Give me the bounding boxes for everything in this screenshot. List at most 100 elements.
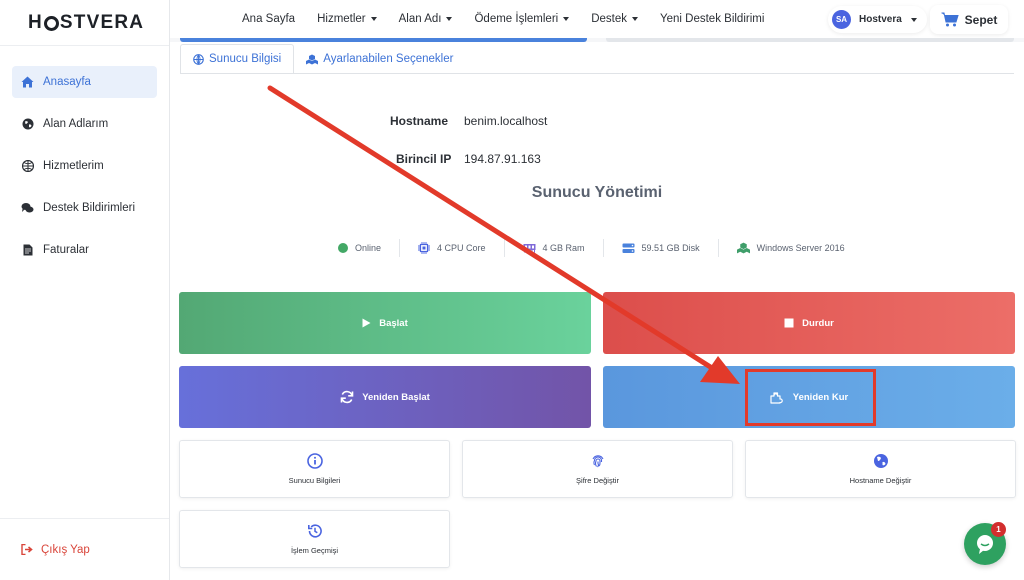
nav-label: Ana Sayfa xyxy=(242,13,296,25)
os-text: Windows Server 2016 xyxy=(756,243,845,253)
comments-icon xyxy=(21,202,34,215)
highlight-box xyxy=(745,369,876,426)
start-label: Başlat xyxy=(379,317,408,329)
caret-down-icon xyxy=(563,17,570,21)
hostname-label: Hostname xyxy=(390,114,449,128)
tab-divider xyxy=(180,73,1014,74)
status-dot-icon xyxy=(338,243,348,253)
stop-icon xyxy=(784,318,794,328)
avatar: SA xyxy=(832,10,851,29)
sign-out-icon xyxy=(21,544,33,555)
sidebar-item-anasayfa[interactable]: Anasayfa xyxy=(12,66,157,98)
sidebar-item-alan-adlarim[interactable]: Alan Adlarım xyxy=(12,108,157,140)
nav-hizmetler-dropdown[interactable]: Hizmetler xyxy=(317,13,377,25)
nav-odeme-islemleri-dropdown[interactable]: Ödeme İşlemleri xyxy=(474,13,570,25)
chat-notification-badge: 1 xyxy=(991,522,1006,537)
history-icon xyxy=(307,523,323,539)
logout-label: Çıkış Yap xyxy=(41,543,90,556)
sync-icon xyxy=(340,390,354,404)
stop-button[interactable]: Durdur xyxy=(603,292,1015,354)
fingerprint-icon xyxy=(590,453,606,469)
sidebar-item-destek-bildirimleri[interactable]: Destek Bildirimleri xyxy=(12,192,157,224)
disk-text: 59.51 GB Disk xyxy=(641,243,700,253)
change-password-card[interactable]: Şifre Değiştir xyxy=(462,440,733,498)
user-menu[interactable]: SA Hostvera xyxy=(828,6,927,33)
chat-bubble-icon xyxy=(974,533,996,555)
restart-label: Yeniden Başlat xyxy=(362,391,430,403)
sidebar-item-hizmetlerim[interactable]: Hizmetlerim xyxy=(12,150,157,182)
start-button[interactable]: Başlat xyxy=(179,292,591,354)
history-label: İşlem Geçmişi xyxy=(290,546,339,555)
nav-yeni-destek-bildirimi[interactable]: Yeni Destek Bildirimi xyxy=(660,13,764,25)
os-spec: Windows Server 2016 xyxy=(719,239,863,257)
tab-ayarlanabilen-secenekler[interactable]: Ayarlanabilen Seçenekler xyxy=(294,44,465,74)
sidebar-item-label: Alan Adlarım xyxy=(43,118,109,130)
caret-down-icon xyxy=(370,17,377,21)
play-icon xyxy=(362,318,371,328)
hdd-icon xyxy=(622,243,635,254)
nav-destek-dropdown[interactable]: Destek xyxy=(591,13,638,25)
stop-label: Durdur xyxy=(802,317,834,329)
change-hostname-label: Hostname Değiştir xyxy=(849,476,912,485)
cpu-spec: 4 CPU Core xyxy=(400,239,505,257)
caret-down-icon xyxy=(910,17,917,22)
user-name: Hostvera xyxy=(859,14,902,25)
caret-down-icon xyxy=(632,17,638,21)
sidebar-item-label: Anasayfa xyxy=(43,76,91,88)
tab-label: Sunucu Bilgisi xyxy=(209,53,282,65)
server-specs: Online 4 CPU Core 4 GB Ram 59.51 GB Disk… xyxy=(320,239,863,257)
nav-label: Hizmetler xyxy=(317,13,366,25)
logo-text-start: H xyxy=(28,11,43,33)
cpu-text: 4 CPU Core xyxy=(437,243,486,253)
sidebar-nav: Anasayfa Alan Adlarım Hizmetlerim Destek… xyxy=(0,46,169,266)
nav-label: Yeni Destek Bildirimi xyxy=(660,13,765,25)
hostname-value: benim.localhost xyxy=(464,114,548,128)
server-info-label: Sunucu Bilgileri xyxy=(288,476,341,485)
top-nav-menu: Ana Sayfa Hizmetler Alan Adı Ödeme İşlem… xyxy=(242,13,786,25)
caret-down-icon xyxy=(446,17,453,21)
cubes-icon xyxy=(306,54,319,65)
status-text: Online xyxy=(355,243,382,253)
section-title: Sunucu Yönetimi xyxy=(531,184,663,201)
globe-icon xyxy=(193,53,204,65)
logo-text-end: STVERA xyxy=(59,11,145,33)
nav-label: Alan Adı xyxy=(398,13,442,25)
globe-icon xyxy=(873,453,889,469)
server-info-card[interactable]: Sunucu Bilgileri xyxy=(179,440,450,498)
invoice-icon xyxy=(21,244,34,257)
ip-label: Birincil IP xyxy=(396,152,452,166)
server-tabs: Sunucu Bilgisi Ayarlanabilen Seçenekler xyxy=(180,44,465,74)
top-navbar: Ana Sayfa Hizmetler Alan Adı Ödeme İşlem… xyxy=(170,0,1024,38)
logo-o-mark xyxy=(43,16,59,31)
os-cubes-icon xyxy=(736,242,750,254)
logout-button[interactable]: Çıkış Yap xyxy=(0,518,169,580)
ip-value: 194.87.91.163 xyxy=(464,152,541,166)
cart-label: Sepet xyxy=(964,12,998,27)
sidebar: H STVERA Anasayfa Alan Adlarım Hizmetleri… xyxy=(0,0,170,580)
globe-icon xyxy=(21,118,34,131)
nav-label: Ödeme İşlemleri xyxy=(474,13,559,25)
restart-button[interactable]: Yeniden Başlat xyxy=(179,366,591,428)
change-password-label: Şifre Değiştir xyxy=(576,476,619,485)
cpu-icon xyxy=(418,242,431,254)
nav-alan-adi-dropdown[interactable]: Alan Adı xyxy=(399,13,453,25)
info-circle-icon xyxy=(306,453,323,469)
tab-sunucu-bilgisi[interactable]: Sunucu Bilgisi xyxy=(180,44,295,74)
sidebar-item-label: Faturalar xyxy=(43,244,90,256)
nav-ana-sayfa[interactable]: Ana Sayfa xyxy=(242,13,295,25)
ram-text: 4 GB Ram xyxy=(542,243,585,253)
cubes-icon xyxy=(21,160,34,173)
ram-spec: 4 GB Ram xyxy=(505,239,604,257)
sidebar-item-faturalar[interactable]: Faturalar xyxy=(12,234,157,266)
home-icon xyxy=(21,76,34,89)
nav-label: Destek xyxy=(591,13,627,25)
disk-spec: 59.51 GB Disk xyxy=(604,239,719,257)
memory-icon xyxy=(523,243,536,253)
tab-label: Ayarlanabilen Seçenekler xyxy=(323,53,454,65)
history-card[interactable]: İşlem Geçmişi xyxy=(179,510,450,568)
change-hostname-card[interactable]: Hostname Değiştir xyxy=(745,440,1016,498)
cart-button[interactable]: Sepet xyxy=(930,5,1008,34)
sidebar-item-label: Hizmetlerim xyxy=(43,160,104,172)
brand-logo[interactable]: H STVERA xyxy=(0,0,169,46)
sidebar-item-label: Destek Bildirimleri xyxy=(43,202,136,214)
